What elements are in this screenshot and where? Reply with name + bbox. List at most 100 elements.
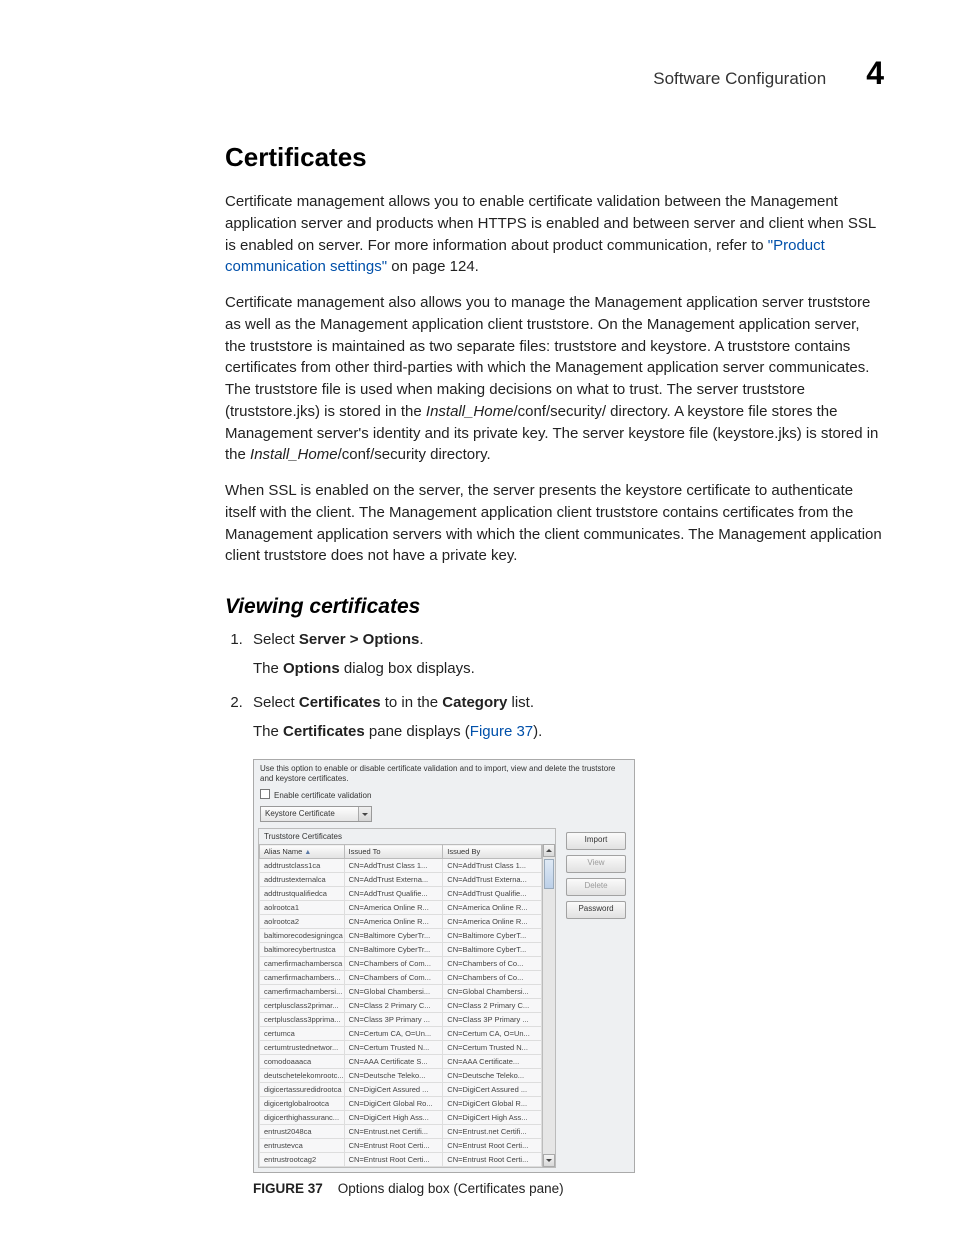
table-cell: CN=Baltimore CyberT...	[443, 929, 542, 943]
delete-button[interactable]: Delete	[566, 878, 626, 896]
text: list.	[507, 694, 534, 711]
table-row[interactable]: aolrootca2CN=America Online R...CN=Ameri…	[260, 915, 542, 929]
table-cell: CN=Deutsche Teleko...	[443, 1069, 542, 1083]
table-row[interactable]: addtrustclass1caCN=AddTrust Class 1...CN…	[260, 859, 542, 873]
step-2: Select Certificates to in the Category l…	[247, 692, 884, 743]
table-cell: CN=America Online R...	[443, 915, 542, 929]
table-cell: CN=AddTrust Qualifie...	[443, 887, 542, 901]
text: Select	[253, 694, 299, 711]
table-row[interactable]: addtrustexternalcaCN=AddTrust Externa...…	[260, 873, 542, 887]
table-cell: baltimorecodesigningca	[260, 929, 345, 943]
text: The	[253, 723, 283, 740]
text: dialog box displays.	[340, 660, 475, 677]
table-cell: aolrootca2	[260, 915, 345, 929]
install-home-path: Install_Home	[250, 446, 338, 463]
table-row[interactable]: digicerthighassuranc... CN=DigiCert High …	[260, 1111, 542, 1125]
table-row[interactable]: baltimorecodesigningcaCN=Baltimore Cyber…	[260, 929, 542, 943]
table-row[interactable]: entrustevcaCN=Entrust Root Certi...CN=En…	[260, 1139, 542, 1153]
table-cell: CN=Baltimore CyberTr...	[344, 929, 443, 943]
table-cell: entrustrootcag2	[260, 1153, 345, 1167]
table-cell: addtrustqualifiedca	[260, 887, 345, 901]
paragraph-1: Certificate management allows you to ena…	[225, 191, 884, 278]
keystore-certificate-dropdown[interactable]: Keystore Certificate	[260, 806, 372, 822]
text: on page 124.	[387, 258, 479, 275]
table-cell: CN=AddTrust Class 1...	[443, 859, 542, 873]
table-cell: CN=Entrust Root Certi...	[344, 1153, 443, 1167]
table-row[interactable]: camerfirmachambers...CN=Chambers of Com.…	[260, 971, 542, 985]
table-row[interactable]: deutschetelekomrootc...CN=Deutsche Telek…	[260, 1069, 542, 1083]
checkbox-label: Enable certificate validation	[274, 791, 371, 800]
view-button[interactable]: View	[566, 855, 626, 873]
table-cell: CN=Entrust Root Certi...	[443, 1153, 542, 1167]
table-cell: aolrootca1	[260, 901, 345, 915]
table-cell: digicertglobalrootca	[260, 1097, 345, 1111]
scroll-down-button[interactable]	[543, 1154, 555, 1167]
text: .	[419, 631, 423, 648]
table-cell: digicerthighassuranc...	[260, 1111, 345, 1125]
table-cell: CN=Entrust Root Certi...	[344, 1139, 443, 1153]
table-cell: deutschetelekomrootc...	[260, 1069, 345, 1083]
table-row[interactable]: certplusclass3pprima...CN=Class 3P Prima…	[260, 1013, 542, 1027]
table-row[interactable]: comodoaaacaCN=AAA Certificate S...CN=AAA…	[260, 1055, 542, 1069]
install-home-path: Install_Home	[426, 403, 514, 420]
table-row[interactable]: baltimorecybertrustcaCN=Baltimore CyberT…	[260, 943, 542, 957]
table-cell: CN=America Online R...	[344, 901, 443, 915]
table-cell: baltimorecybertrustca	[260, 943, 345, 957]
column-alias-name[interactable]: Alias Name▲	[260, 845, 345, 859]
table-row[interactable]: digicertassuredidrootcaCN=DigiCert Assur…	[260, 1083, 542, 1097]
table-row[interactable]: certumtrustednetwor...CN=Certum Trusted …	[260, 1041, 542, 1055]
vertical-scrollbar[interactable]	[542, 844, 555, 1167]
table-cell: CN=AddTrust Externa...	[443, 873, 542, 887]
text: pane displays (	[365, 723, 470, 740]
table-cell: CN=Class 2 Primary C...	[344, 999, 443, 1013]
dialog-intro-text: Use this option to enable or disable cer…	[254, 760, 634, 786]
table-cell: entrustevca	[260, 1139, 345, 1153]
table-row[interactable]: addtrustqualifiedca CN=AddTrust Qualifie.…	[260, 887, 542, 901]
sort-asc-icon: ▲	[304, 849, 311, 856]
password-button[interactable]: Password	[566, 901, 626, 919]
table-row[interactable]: certplusclass2primar...CN=Class 2 Primar…	[260, 999, 542, 1013]
table-cell: CN=DigiCert High Ass...	[443, 1111, 542, 1125]
table-row[interactable]: digicertglobalrootcaCN=DigiCert Global R…	[260, 1097, 542, 1111]
table-cell: CN=Chambers of Co...	[443, 957, 542, 971]
table-cell: CN=Chambers of Co...	[443, 971, 542, 985]
table-cell: CN=AddTrust Externa...	[344, 873, 443, 887]
link-figure-37[interactable]: Figure 37	[470, 723, 533, 740]
table-cell: digicertassuredidrootca	[260, 1083, 345, 1097]
table-cell: comodoaaaca	[260, 1055, 345, 1069]
table-cell: CN=Deutsche Teleko...	[344, 1069, 443, 1083]
enable-certificate-validation-checkbox[interactable]	[260, 789, 270, 799]
table-cell: CN=AAA Certificate...	[443, 1055, 542, 1069]
table-row[interactable]: certumcaCN=Certum CA, O=Un...CN=Certum C…	[260, 1027, 542, 1041]
truststore-certificates-panel: Truststore Certificates Alias Name▲ Issu…	[258, 828, 556, 1168]
table-row[interactable]: camerfirmachamberscaCN=Chambers of Com..…	[260, 957, 542, 971]
table-cell: CN=Entrust Root Certi...	[443, 1139, 542, 1153]
table-row[interactable]: entrust2048caCN=Entrust.net Certifi...CN…	[260, 1125, 542, 1139]
text: Select	[253, 631, 299, 648]
table-row[interactable]: camerfirmachambersi...CN=Global Chambers…	[260, 985, 542, 999]
import-button[interactable]: Import	[566, 832, 626, 850]
table-cell: entrust2048ca	[260, 1125, 345, 1139]
menu-path: Server > Options	[299, 631, 419, 648]
table-cell: addtrustexternalca	[260, 873, 345, 887]
table-cell: CN=Class 3P Primary ...	[443, 1013, 542, 1027]
list-name: Category	[442, 694, 507, 711]
paragraph-2: Certificate management also allows you t…	[225, 292, 884, 466]
figure-label: FIGURE 37	[253, 1181, 323, 1196]
scroll-up-button[interactable]	[543, 844, 555, 857]
table-cell: CN=Certum CA, O=Un...	[443, 1027, 542, 1041]
column-issued-to[interactable]: Issued To	[344, 845, 443, 859]
table-cell: CN=DigiCert Assured ...	[344, 1083, 443, 1097]
paragraph-3: When SSL is enabled on the server, the s…	[225, 480, 884, 567]
table-row[interactable]: entrustrootcag2CN=Entrust Root Certi...C…	[260, 1153, 542, 1167]
options-dialog-certificates-pane: Use this option to enable or disable cer…	[253, 759, 635, 1173]
column-issued-by[interactable]: Issued By	[443, 845, 542, 859]
figure-text: Options dialog box (Certificates pane)	[338, 1181, 564, 1196]
table-cell: CN=AddTrust Class 1...	[344, 859, 443, 873]
table-row[interactable]: aolrootca1CN=America Online R...CN=Ameri…	[260, 901, 542, 915]
table-cell: CN=DigiCert Global Ro...	[344, 1097, 443, 1111]
scroll-thumb[interactable]	[544, 859, 554, 889]
table-cell: camerfirmachambersca	[260, 957, 345, 971]
table-cell: CN=Global Chambersi...	[344, 985, 443, 999]
table-cell: CN=Certum CA, O=Un...	[344, 1027, 443, 1041]
